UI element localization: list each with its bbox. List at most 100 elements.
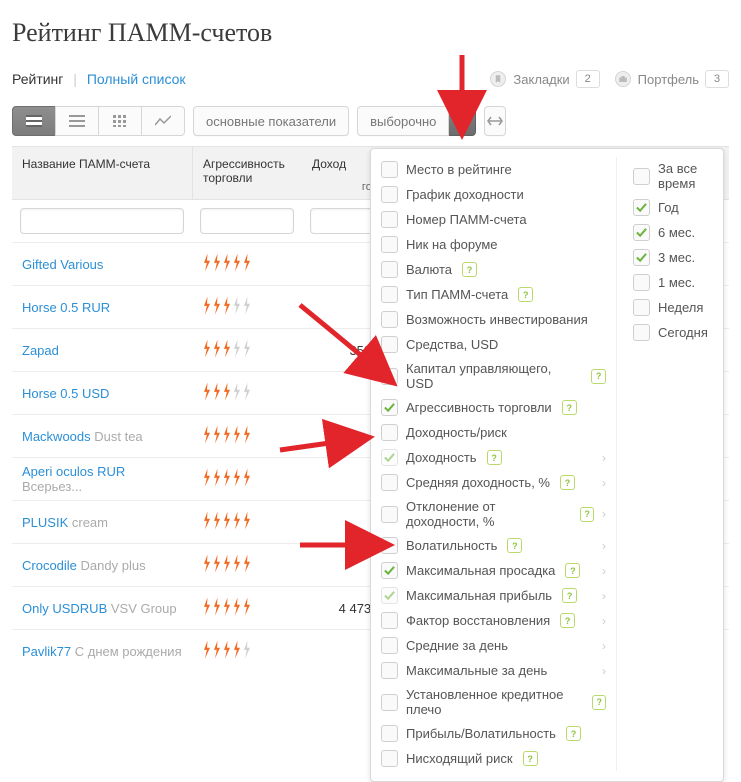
help-icon[interactable]: ? bbox=[523, 751, 538, 766]
dropdown-item[interactable]: Доходность?› bbox=[371, 445, 616, 470]
checkbox[interactable] bbox=[633, 224, 650, 241]
view-chart-button[interactable] bbox=[141, 106, 185, 136]
view-list-button[interactable] bbox=[55, 106, 99, 136]
checkbox[interactable] bbox=[381, 336, 398, 353]
help-icon[interactable]: ? bbox=[580, 507, 594, 522]
checkbox[interactable] bbox=[381, 474, 398, 491]
selectively-button[interactable]: выборочно bbox=[357, 106, 449, 136]
view-grid-button[interactable] bbox=[98, 106, 142, 136]
account-link[interactable]: Aperi oculos RUR Всерьез... bbox=[22, 464, 125, 494]
tab-rating[interactable]: Рейтинг bbox=[12, 71, 63, 87]
help-icon[interactable]: ? bbox=[462, 262, 477, 277]
dropdown-item[interactable]: Максимальная просадка?› bbox=[371, 558, 616, 583]
dropdown-item[interactable]: Тип ПАММ-счета? bbox=[371, 282, 616, 307]
dropdown-item[interactable]: График доходности bbox=[371, 182, 616, 207]
account-link[interactable]: Horse 0.5 RUR bbox=[22, 300, 110, 315]
checkbox[interactable] bbox=[381, 261, 398, 278]
dropdown-item[interactable]: Средства, USD bbox=[371, 332, 616, 357]
tab-full-list[interactable]: Полный список bbox=[87, 71, 186, 87]
checkbox[interactable] bbox=[633, 299, 650, 316]
dropdown-item[interactable]: Средние за день› bbox=[371, 633, 616, 658]
account-link[interactable]: Gifted Various bbox=[22, 257, 103, 272]
dropdown-item[interactable]: Волатильность?› bbox=[371, 533, 616, 558]
expand-columns-button[interactable] bbox=[484, 106, 506, 136]
filter-aggr-input[interactable] bbox=[200, 208, 294, 234]
help-icon[interactable]: ? bbox=[565, 563, 580, 578]
dropdown-item[interactable]: Номер ПАММ-счета bbox=[371, 207, 616, 232]
dropdown-item[interactable]: Место в рейтинге bbox=[371, 157, 616, 182]
help-icon[interactable]: ? bbox=[591, 369, 606, 384]
dropdown-period-item[interactable]: 6 мес. bbox=[623, 220, 723, 245]
dropdown-item[interactable]: Фактор восстановления?› bbox=[371, 608, 616, 633]
checkbox[interactable] bbox=[381, 506, 398, 523]
bookmarks-button[interactable]: Закладки 2 bbox=[489, 70, 599, 88]
help-icon[interactable]: ? bbox=[518, 287, 533, 302]
checkbox[interactable] bbox=[381, 161, 398, 178]
dropdown-item[interactable]: Установленное кредитное плечо? bbox=[371, 683, 616, 721]
help-icon[interactable]: ? bbox=[562, 588, 577, 603]
view-table-button[interactable] bbox=[12, 106, 56, 136]
dropdown-period-item[interactable]: 1 мес. bbox=[623, 270, 723, 295]
checkbox[interactable] bbox=[633, 274, 650, 291]
dropdown-item[interactable]: Максимальная прибыль?› bbox=[371, 583, 616, 608]
checkbox[interactable] bbox=[381, 236, 398, 253]
dropdown-item[interactable]: Средняя доходность, %?› bbox=[371, 470, 616, 495]
account-link[interactable]: Mackwoods Dust tea bbox=[22, 429, 143, 444]
dropdown-item[interactable]: Возможность инвестирования bbox=[371, 307, 616, 332]
dropdown-period-item[interactable]: Неделя bbox=[623, 295, 723, 320]
checkbox[interactable] bbox=[381, 694, 398, 711]
checkbox[interactable] bbox=[381, 449, 398, 466]
checkbox[interactable] bbox=[381, 562, 398, 579]
account-link[interactable]: Zapad bbox=[22, 343, 59, 358]
dropdown-period-item[interactable]: За все время bbox=[623, 157, 723, 195]
checkbox[interactable] bbox=[381, 311, 398, 328]
checkbox[interactable] bbox=[381, 368, 398, 385]
dropdown-item[interactable]: Отклонение от доходности, %?› bbox=[371, 495, 616, 533]
dropdown-item[interactable]: Нисходящий риск? bbox=[371, 746, 616, 771]
help-icon[interactable]: ? bbox=[592, 695, 606, 710]
checkbox[interactable] bbox=[381, 399, 398, 416]
checkbox[interactable] bbox=[381, 211, 398, 228]
dropdown-period-item[interactable]: 3 мес. bbox=[623, 245, 723, 270]
selectively-caret-button[interactable] bbox=[449, 106, 476, 136]
help-icon[interactable]: ? bbox=[560, 475, 575, 490]
dropdown-item[interactable]: Доходность/риск bbox=[371, 420, 616, 445]
account-link[interactable]: Horse 0.5 USD bbox=[22, 386, 109, 401]
checkbox[interactable] bbox=[633, 168, 650, 185]
checkbox[interactable] bbox=[381, 424, 398, 441]
checkbox[interactable] bbox=[381, 587, 398, 604]
dropdown-item[interactable]: Ник на форуме bbox=[371, 232, 616, 257]
checkbox[interactable] bbox=[381, 662, 398, 679]
help-icon[interactable]: ? bbox=[487, 450, 502, 465]
account-link[interactable]: Pavlik77 С днем рождения bbox=[22, 644, 182, 659]
help-icon[interactable]: ? bbox=[560, 613, 575, 628]
portfolio-button[interactable]: Портфель 3 bbox=[614, 70, 729, 88]
checkbox[interactable] bbox=[381, 750, 398, 767]
help-icon[interactable]: ? bbox=[562, 400, 577, 415]
checkbox[interactable] bbox=[633, 199, 650, 216]
dropdown-item[interactable]: Прибыль/Волатильность? bbox=[371, 721, 616, 746]
checkbox[interactable] bbox=[381, 186, 398, 203]
checkbox[interactable] bbox=[381, 286, 398, 303]
checkbox[interactable] bbox=[633, 249, 650, 266]
dropdown-item[interactable]: Максимальные за день› bbox=[371, 658, 616, 683]
checkbox[interactable] bbox=[381, 537, 398, 554]
dropdown-period-item[interactable]: Год bbox=[623, 195, 723, 220]
dropdown-item[interactable]: Агрессивность торговли? bbox=[371, 395, 616, 420]
account-link[interactable]: PLUSIK cream bbox=[22, 515, 108, 530]
dropdown-period-item[interactable]: Сегодня bbox=[623, 320, 723, 345]
dropdown-item[interactable]: Валюта? bbox=[371, 257, 616, 282]
account-link[interactable]: Only USDRUB VSV Group bbox=[22, 601, 177, 616]
help-icon[interactable]: ? bbox=[507, 538, 522, 553]
checkbox[interactable] bbox=[633, 324, 650, 341]
checkbox[interactable] bbox=[381, 612, 398, 629]
account-link[interactable]: Crocodile Dandy plus bbox=[22, 558, 146, 573]
col-name[interactable]: Название ПАММ-счета bbox=[12, 147, 192, 199]
filter-name-input[interactable] bbox=[20, 208, 184, 234]
main-indicators-button[interactable]: основные показатели bbox=[193, 106, 349, 136]
checkbox[interactable] bbox=[381, 725, 398, 742]
help-icon[interactable]: ? bbox=[566, 726, 581, 741]
dropdown-item[interactable]: Капитал управляющего, USD? bbox=[371, 357, 616, 395]
checkbox[interactable] bbox=[381, 637, 398, 654]
col-aggr[interactable]: Агрессивность торговли bbox=[192, 147, 302, 199]
